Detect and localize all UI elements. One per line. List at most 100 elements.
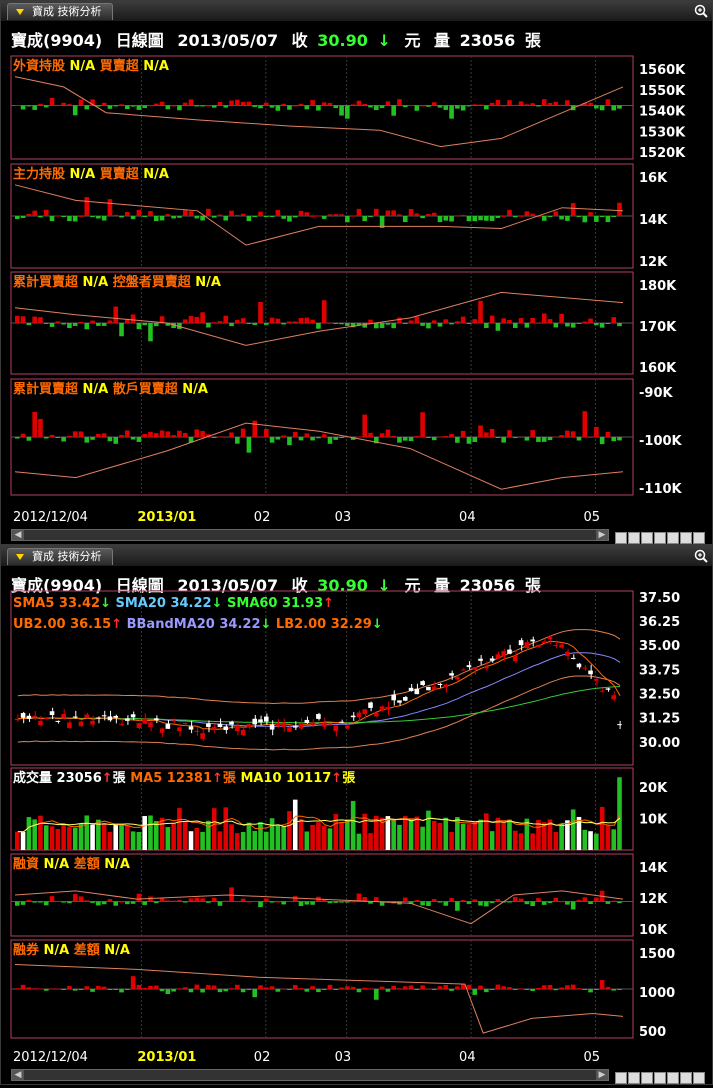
bar: [26, 213, 32, 216]
bar: [246, 323, 252, 324]
bar: [78, 989, 84, 990]
candle-body: [223, 726, 229, 730]
clock-icon[interactable]: [628, 532, 640, 544]
clock-icon[interactable]: [628, 1072, 640, 1084]
settings-icon[interactable]: [680, 532, 692, 544]
bar: [182, 901, 188, 903]
bar: [113, 437, 119, 444]
candle-body: [385, 706, 391, 710]
scroll-right-icon[interactable]: ▶: [596, 1070, 608, 1080]
crosshair-icon[interactable]: [654, 1072, 666, 1084]
bar: [512, 216, 518, 218]
bar: [177, 900, 182, 902]
chip-chart[interactable]: 外資持股 N/A 買賣超 N/A 1560K 1550K 1540K 1530K 1520…: [1, 1, 712, 546]
bar: [333, 989, 339, 990]
bar: [512, 989, 518, 991]
bar: [84, 437, 90, 443]
bar: [333, 901, 339, 903]
bar: [96, 105, 101, 107]
bar: [599, 437, 605, 445]
bar: [246, 437, 252, 453]
price-chart[interactable]: SMA5 33.42↓ SMA20 34.22↓ SMA60 31.93↑ UB…: [1, 546, 712, 1086]
chart-type-icon[interactable]: [693, 532, 705, 544]
volume-bar: [512, 830, 518, 850]
volume-bar: [200, 831, 205, 850]
bar: [379, 323, 385, 328]
bar: [200, 898, 205, 902]
volume-bar: [55, 828, 61, 850]
bar: [43, 989, 49, 991]
bar: [107, 199, 113, 216]
time-scrollbar[interactable]: ◀ ▶: [11, 529, 609, 541]
bar: [55, 104, 61, 106]
bar: [466, 323, 472, 324]
bar: [113, 901, 119, 906]
bar: [518, 215, 524, 217]
bar: [385, 101, 391, 106]
volume-bar: [246, 822, 252, 850]
bar: [455, 437, 460, 443]
candle-body: [374, 712, 379, 717]
candle-body: [426, 687, 431, 691]
volume-bar: [316, 822, 321, 850]
bar: [321, 216, 327, 219]
bar: [292, 216, 298, 218]
grid-icon[interactable]: [641, 1072, 653, 1084]
bar: [512, 323, 518, 328]
y-tick-label: 14K: [639, 213, 668, 228]
crosshair-icon[interactable]: [654, 532, 666, 544]
bar: [397, 437, 402, 443]
volume-bar: [345, 819, 350, 850]
indicator-icon[interactable]: [667, 532, 679, 544]
y-tick-label: 180K: [639, 279, 677, 294]
bar: [263, 428, 269, 437]
volume-bar: [321, 825, 327, 850]
bar: [570, 431, 576, 437]
bar: [547, 319, 553, 323]
bar: [84, 986, 90, 989]
bar: [159, 989, 165, 992]
bar: [611, 105, 617, 111]
y-tick-label: 35.00: [639, 639, 680, 654]
settings-icon[interactable]: [680, 1072, 692, 1084]
chart-type-icon[interactable]: [693, 1072, 705, 1084]
bar: [310, 100, 315, 106]
bar: [32, 988, 37, 990]
bar: [72, 105, 78, 116]
bar: [211, 897, 217, 902]
y-tick-label: 1550K: [639, 84, 686, 99]
time-scrollbar[interactable]: ◀ ▶: [11, 1069, 609, 1081]
volume-bar: [49, 826, 55, 850]
draw-tool-icon[interactable]: [615, 1072, 627, 1084]
draw-tool-icon[interactable]: [615, 532, 627, 544]
indicator-icon[interactable]: [667, 1072, 679, 1084]
bar: [96, 901, 101, 906]
y-tick-label: 12K: [639, 255, 668, 270]
bar: [559, 216, 564, 220]
bar: [194, 897, 200, 902]
bar: [599, 323, 605, 328]
bar: [281, 323, 286, 325]
scroll-left-icon[interactable]: ◀: [12, 530, 24, 540]
volume-bar: [281, 826, 286, 850]
bar: [530, 430, 535, 437]
bar: [101, 216, 107, 221]
bar: [484, 901, 489, 907]
grid-icon[interactable]: [641, 532, 653, 544]
bar: [235, 214, 240, 216]
candle-body: [518, 640, 524, 646]
scroll-right-icon[interactable]: ▶: [596, 530, 608, 540]
bar: [206, 901, 211, 903]
bar: [275, 901, 281, 903]
bar: [229, 210, 234, 216]
bar: [350, 986, 356, 989]
volume-bar: [530, 833, 535, 850]
x-tick-label: 03: [335, 1050, 352, 1065]
scroll-left-icon[interactable]: ◀: [12, 1070, 24, 1080]
bar: [72, 989, 78, 991]
bar: [49, 988, 55, 990]
candle-body: [206, 723, 211, 728]
bar: [55, 900, 61, 902]
upper-band-line: [17, 629, 621, 705]
volume-bar: [194, 828, 200, 850]
